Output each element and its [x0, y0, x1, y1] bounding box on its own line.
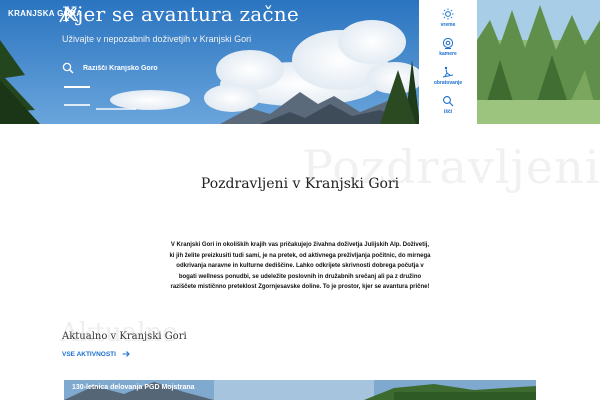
- news-card-title: 130-letnica delovanja PGD Mojstrana: [72, 384, 195, 391]
- sun-icon: [442, 8, 454, 20]
- search-input[interactable]: [83, 64, 183, 72]
- nav-label: išči: [443, 109, 453, 115]
- nav-label: vreme: [440, 22, 456, 28]
- aktualno-title: Aktualno v Kranjski Gori: [62, 331, 187, 342]
- welcome-text: V Kranjski Gori in okoliških krajih vas …: [169, 242, 431, 290]
- quick-nav: vreme kamere obratovanje išči: [419, 0, 477, 124]
- all-activities-link[interactable]: VSE AKTIVNOSTI: [62, 350, 130, 358]
- welcome-title: Pozdravljeni v Kranjski Gori: [200, 176, 400, 192]
- nav-item-vreme[interactable]: vreme: [440, 8, 456, 37]
- hero-banner: KRANJSKA GORA Kjer se avantura začne Uži…: [0, 0, 600, 124]
- nav-label: obratovanje: [433, 80, 463, 86]
- slide-indicator[interactable]: [96, 108, 136, 110]
- slide-indicator[interactable]: [64, 104, 90, 106]
- ski-lift-icon: [442, 66, 454, 78]
- nav-item-isci[interactable]: išči: [442, 95, 454, 124]
- search-icon: [443, 96, 454, 107]
- nav-label: kamere: [439, 51, 457, 57]
- slide-indicator[interactable]: [64, 86, 90, 88]
- camera-icon: [442, 37, 454, 49]
- hero-title: Kjer se avantura začne: [62, 2, 299, 26]
- news-card[interactable]: 130-letnica delovanja PGD Mojstrana: [64, 380, 536, 400]
- arrow-right-icon: [122, 351, 130, 357]
- hero-subtitle: Uživajte v nepozabnih doživetjih v Kranj…: [62, 34, 252, 44]
- all-activities-label: VSE AKTIVNOSTI: [62, 350, 116, 358]
- nav-item-kamere[interactable]: kamere: [439, 37, 457, 66]
- search-icon[interactable]: [62, 62, 74, 74]
- nav-item-obratovanje[interactable]: obratovanje: [434, 66, 462, 95]
- hero-search[interactable]: [62, 60, 192, 76]
